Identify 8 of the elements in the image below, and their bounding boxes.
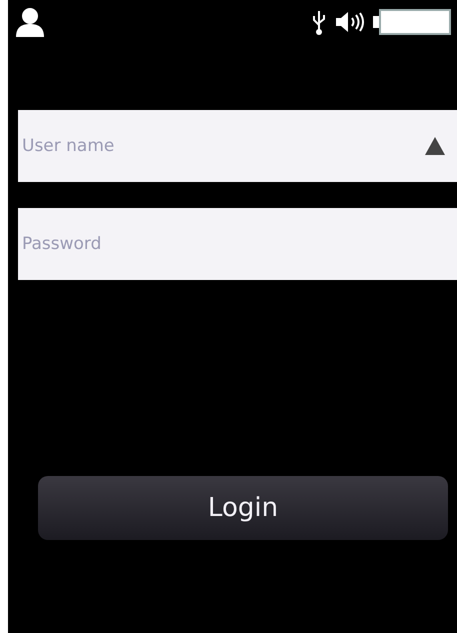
usb-icon — [311, 9, 327, 35]
triangle-icon[interactable] — [425, 137, 445, 155]
input-field[interactable]: Password — [18, 208, 457, 280]
speaker-icon — [335, 11, 365, 33]
person-icon — [14, 7, 46, 37]
login-button[interactable]: Login — [38, 476, 448, 540]
battery-icon — [373, 9, 451, 35]
input-field[interactable]: User name — [18, 110, 457, 182]
